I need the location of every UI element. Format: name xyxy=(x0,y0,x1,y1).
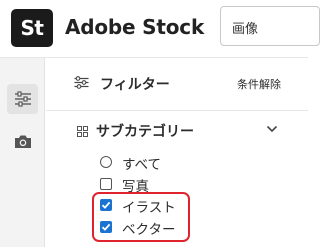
section-divider xyxy=(46,110,308,111)
left-icon-rail xyxy=(0,58,45,247)
top-header: St Adobe Stock 画像 xyxy=(0,0,320,58)
subcategory-accordion-header[interactable]: サブカテゴリー xyxy=(46,118,308,146)
sliders-icon xyxy=(14,91,31,107)
subcategory-title: サブカテゴリー xyxy=(96,124,194,140)
selection-highlight-box xyxy=(92,192,190,242)
search-type-field[interactable]: 画像 xyxy=(220,6,320,46)
chevron-down-icon[interactable] xyxy=(266,125,278,133)
camera-icon xyxy=(14,135,31,148)
search-type-value: 画像 xyxy=(232,22,259,37)
filter-sliders-icon xyxy=(74,76,89,89)
camera-search-button[interactable] xyxy=(7,126,38,156)
option-label: すべて xyxy=(122,157,162,173)
grid-icon xyxy=(77,126,88,137)
adobe-stock-logo-text[interactable]: Adobe Stock xyxy=(65,15,204,39)
clear-filters-link[interactable]: 条件解除 xyxy=(237,76,281,92)
radio-button[interactable] xyxy=(100,156,112,168)
checkbox[interactable] xyxy=(100,178,112,190)
filters-header: フィルター 条件解除 xyxy=(46,66,308,102)
option-all[interactable]: すべて xyxy=(98,152,218,173)
filters-title: フィルター xyxy=(100,77,170,93)
filters-toggle-button[interactable] xyxy=(7,84,38,114)
option-photo[interactable]: 写真 xyxy=(98,174,218,195)
adobe-stock-logo-badge[interactable]: St xyxy=(11,9,53,47)
